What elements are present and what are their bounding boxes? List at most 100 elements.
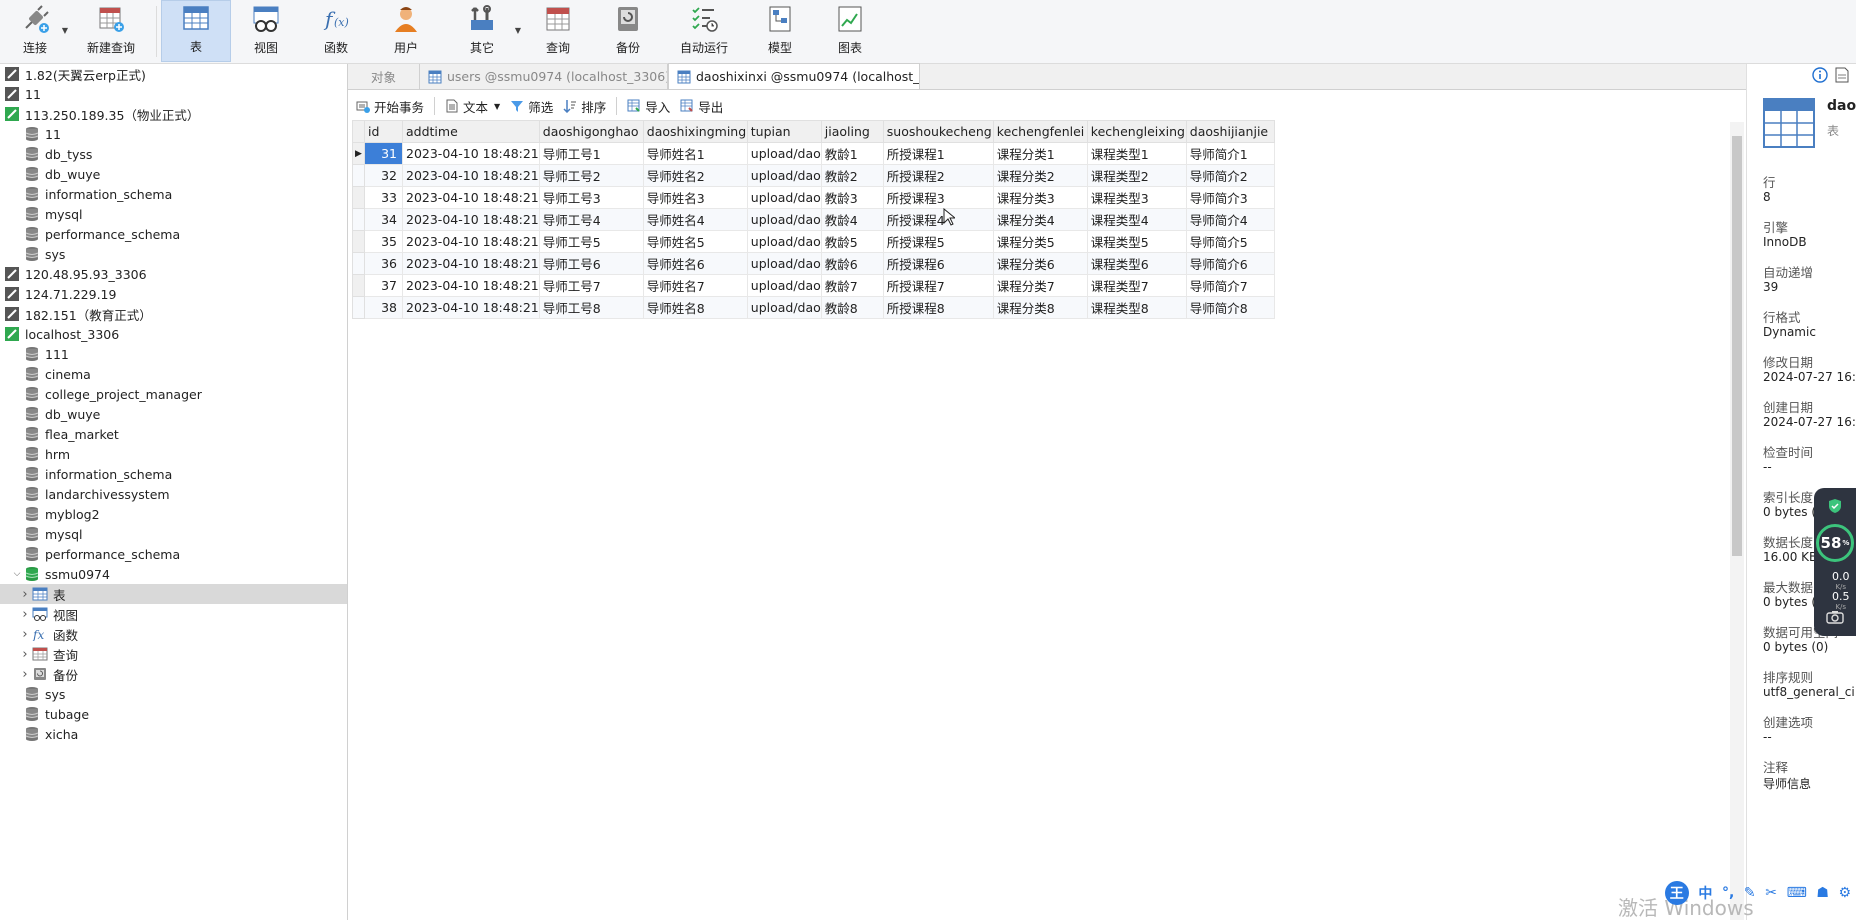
skin-icon[interactable]: ☗ [1816, 885, 1829, 901]
table-cell[interactable]: 导师简介6 [1185, 252, 1275, 275]
table-cell[interactable]: 2023-04-10 18:48:21 [402, 142, 540, 165]
table-cell[interactable]: upload/dao [746, 296, 822, 319]
table-cell[interactable]: upload/dao [746, 252, 822, 275]
table-cell[interactable]: 教龄2 [820, 164, 884, 187]
row-header[interactable] [352, 252, 365, 275]
ime-mode-chinese[interactable]: 中 [1698, 883, 1712, 903]
tree-item[interactable]: 113.250.189.35（物业正式） [0, 104, 347, 124]
table-cell[interactable]: upload/dao [746, 164, 822, 187]
table-row[interactable]: 33 2023-04-10 18:48:21 导师工号3 导师姓名3 upload/da… [352, 186, 1275, 209]
table-cell[interactable]: 教龄8 [820, 296, 884, 319]
row-header[interactable] [352, 274, 365, 297]
table-row[interactable]: 37 2023-04-10 18:48:21 导师工号7 导师姓名7 upload/da… [352, 274, 1275, 297]
table-cell[interactable]: 所授课程8 [882, 296, 994, 319]
tree-item[interactable]: db_wuye [0, 164, 347, 184]
table-cell[interactable]: 所授课程4 [882, 208, 994, 231]
chevron-right-icon[interactable]: › [18, 647, 32, 662]
tree-item[interactable]: db_wuye [0, 404, 347, 424]
table-cell[interactable]: 导师姓名4 [642, 208, 748, 231]
table-cell[interactable]: 课程分类1 [992, 142, 1088, 165]
row-header[interactable]: ▶ [352, 142, 365, 165]
tree-item[interactable]: flea_market [0, 424, 347, 444]
begin-transaction-button[interactable]: 开始事务 [356, 97, 424, 116]
table-cell[interactable]: 所授课程3 [882, 186, 994, 209]
table-cell[interactable]: 所授课程7 [882, 274, 994, 297]
table-cell[interactable]: 33 [364, 186, 403, 209]
tree-item[interactable]: xicha [0, 724, 347, 744]
toolbar-automation-button[interactable]: 自动运行 [663, 0, 745, 62]
table-cell[interactable]: 2023-04-10 18:48:21 [402, 274, 540, 297]
tree-item[interactable]: 111 [0, 344, 347, 364]
table-cell[interactable]: 课程分类2 [992, 164, 1088, 187]
keyboard-icon[interactable]: ⌨ [1787, 885, 1807, 901]
toolbar-connect-button[interactable]: 连接 ▼ [0, 0, 70, 62]
table-cell[interactable]: 导师工号2 [538, 164, 644, 187]
tab-users[interactable]: users @ssmu0974 (localhost_3306) -... [420, 64, 668, 89]
table-row[interactable]: 38 2023-04-10 18:48:21 导师工号8 导师姓名8 upload/da… [352, 296, 1275, 319]
column-header[interactable]: addtime [402, 120, 540, 143]
export-button[interactable]: 导出 [680, 97, 723, 116]
table-cell[interactable]: 教龄4 [820, 208, 884, 231]
toolbar-query-button[interactable]: 查询 [523, 0, 593, 62]
table-cell[interactable]: 导师工号8 [538, 296, 644, 319]
table-cell[interactable]: 导师简介5 [1185, 230, 1275, 253]
table-cell[interactable]: upload/dao [746, 142, 822, 165]
pen-icon[interactable]: ✎ [1744, 885, 1756, 901]
camera-icon[interactable] [1826, 610, 1844, 624]
tree-item[interactable]: information_schema [0, 464, 347, 484]
tree-item[interactable]: 120.48.95.93_3306 [0, 264, 347, 284]
table-cell[interactable]: 2023-04-10 18:48:21 [402, 208, 540, 231]
toolbar-user-button[interactable]: 用户 [371, 0, 441, 62]
text-view-button[interactable]: 文本 ▼ [445, 97, 500, 116]
column-header[interactable]: suoshoukecheng [882, 120, 994, 143]
table-cell[interactable]: 导师简介8 [1185, 296, 1275, 319]
table-cell[interactable]: 导师姓名2 [642, 164, 748, 187]
table-cell[interactable]: 教龄7 [820, 274, 884, 297]
tree-item[interactable]: › fx 函数 [0, 624, 347, 644]
table-cell[interactable]: 38 [364, 296, 403, 319]
column-header[interactable]: jiaoling [820, 120, 884, 143]
column-header[interactable]: daoshixingming [642, 120, 748, 143]
table-cell[interactable]: upload/dao [746, 274, 822, 297]
row-header[interactable] [352, 230, 365, 253]
column-header[interactable]: kechengfenlei [992, 120, 1088, 143]
column-header[interactable]: tupian [746, 120, 822, 143]
tree-item[interactable]: 11 [0, 84, 347, 104]
ime-logo[interactable]: 王 [1664, 881, 1689, 905]
info-icon[interactable] [1812, 67, 1828, 83]
table-cell[interactable]: 35 [364, 230, 403, 253]
table-cell[interactable]: 教龄6 [820, 252, 884, 275]
tree-item[interactable]: performance_schema [0, 224, 347, 244]
toolbar-chart-button[interactable]: 图表 [815, 0, 885, 62]
table-cell[interactable]: 课程类型7 [1086, 274, 1187, 297]
row-header[interactable] [352, 164, 365, 187]
tree-item[interactable]: tubage [0, 704, 347, 724]
table-cell[interactable]: 2023-04-10 18:48:21 [402, 296, 540, 319]
chevron-right-icon[interactable]: › [18, 607, 32, 622]
table-cell[interactable]: 课程分类7 [992, 274, 1088, 297]
tree-item[interactable]: hrm [0, 444, 347, 464]
table-cell[interactable]: 导师工号3 [538, 186, 644, 209]
table-cell[interactable]: 所授课程1 [882, 142, 994, 165]
column-header[interactable]: daoshijianjie [1185, 120, 1275, 143]
column-header[interactable]: id [364, 120, 403, 143]
ime-toolbar[interactable]: 王 中 °, ✎ ✂ ⌨ ☗ ⚙ [1660, 880, 1856, 906]
table-cell[interactable]: 导师工号4 [538, 208, 644, 231]
tree-item[interactable]: › 表 [0, 584, 347, 604]
tree-item[interactable]: sys [0, 684, 347, 704]
table-cell[interactable]: 课程分类5 [992, 230, 1088, 253]
tree-item[interactable]: › 视图 [0, 604, 347, 624]
table-cell[interactable]: 所授课程6 [882, 252, 994, 275]
table-cell[interactable]: 所授课程5 [882, 230, 994, 253]
table-row[interactable]: 35 2023-04-10 18:48:21 导师工号5 导师姓名5 upload/da… [352, 230, 1275, 253]
import-button[interactable]: 导入 [627, 97, 670, 116]
table-cell[interactable]: 课程分类8 [992, 296, 1088, 319]
chevron-right-icon[interactable]: › [18, 587, 32, 602]
table-cell[interactable]: 课程类型4 [1086, 208, 1187, 231]
punctuation-icon[interactable]: °, [1722, 885, 1734, 901]
table-cell[interactable]: 导师简介3 [1185, 186, 1275, 209]
table-cell[interactable]: 课程分类4 [992, 208, 1088, 231]
table-cell[interactable]: 导师工号7 [538, 274, 644, 297]
table-cell[interactable]: 2023-04-10 18:48:21 [402, 230, 540, 253]
row-header[interactable] [352, 208, 365, 231]
